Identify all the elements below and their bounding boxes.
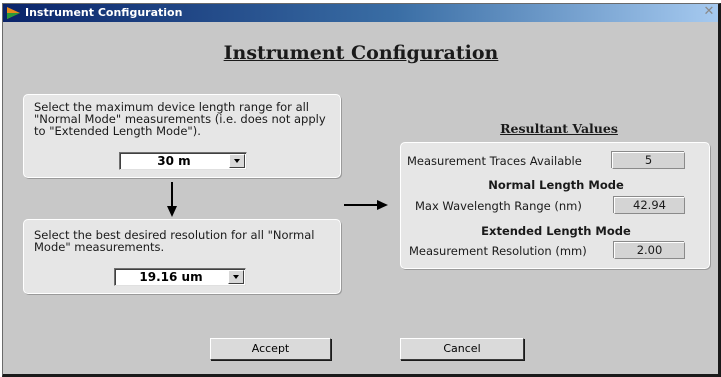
resultant-values-panel: Measurement Traces Available 5 Normal Le… — [400, 142, 710, 269]
resolution-dropdown[interactable]: 19.16 um — [114, 268, 246, 286]
accept-button[interactable]: Accept — [210, 338, 331, 360]
traces-label: Measurement Traces Available — [407, 154, 582, 168]
resultant-values-header: Resultant Values — [500, 121, 618, 136]
traces-value: 5 — [612, 152, 685, 169]
length-range-selected: 30 m — [157, 154, 191, 168]
page-title: Instrument Configuration — [223, 42, 499, 64]
extended-length-mode-header: Extended Length Mode — [481, 224, 631, 238]
measurement-resolution-label: Measurement Resolution (mm) — [409, 244, 587, 258]
resolution-instruction: Select the best desired resolution for a… — [34, 228, 315, 254]
close-icon[interactable]: ✕ — [702, 5, 716, 19]
normal-length-mode-header: Normal Length Mode — [488, 178, 624, 192]
cancel-button[interactable]: Cancel — [400, 338, 524, 360]
window-title: Instrument Configuration — [25, 6, 183, 19]
length-range-instruction: Select the maximum device length range f… — [34, 100, 326, 138]
length-range-panel: Select the maximum device length range f… — [23, 94, 341, 178]
title-bar[interactable]: Instrument Configuration ✕ — [3, 4, 718, 22]
max-wavelength-value: 42.94 — [614, 197, 685, 214]
measurement-resolution-value: 2.00 — [614, 242, 685, 259]
max-wavelength-label: Max Wavelength Range (nm) — [415, 199, 582, 213]
chevron-down-icon[interactable] — [228, 270, 244, 284]
arrow-down-icon — [167, 182, 177, 217]
app-icon — [7, 7, 20, 19]
chevron-down-icon[interactable] — [229, 154, 245, 168]
instrument-configuration-window: Instrument Configuration ✕ Instrument Co… — [2, 3, 721, 377]
length-range-dropdown[interactable]: 30 m — [119, 152, 247, 170]
resolution-panel: Select the best desired resolution for a… — [23, 219, 341, 294]
resolution-selected: 19.16 um — [139, 270, 203, 284]
arrow-right-icon — [344, 200, 388, 210]
